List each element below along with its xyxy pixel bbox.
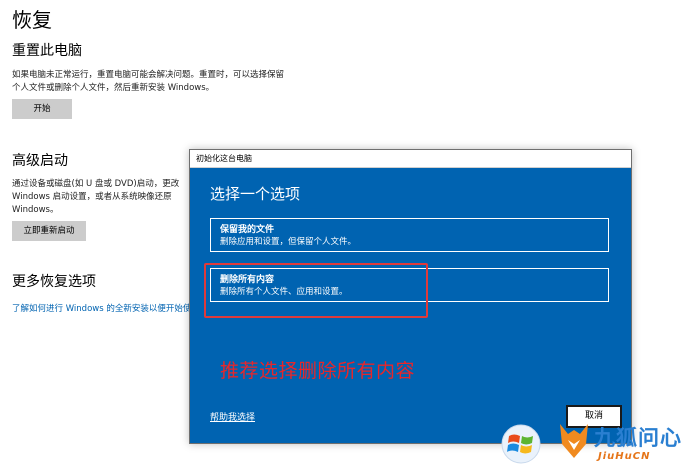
clean-install-link[interactable]: 了解如何进行 Windows 的全新安装以便开始使用。 — [12, 302, 208, 314]
recovery-settings-page: 恢复 重置此电脑 如果电脑未正常运行，重置电脑可能会解决问题。重置时，可以选择保… — [0, 0, 693, 470]
fox-logo-icon — [560, 424, 588, 458]
watermark-name-cn: 九狐问心 — [594, 426, 682, 450]
advanced-startup-description: 通过设备或磁盘(如 U 盘或 DVD)启动，更改 Windows 启动设置，或者… — [12, 179, 180, 215]
dialog-heading: 选择一个选项 — [210, 185, 301, 203]
watermark-name-en: JiuHuCN — [598, 451, 651, 462]
reset-pc-heading: 重置此电脑 — [12, 43, 82, 59]
dialog-title-bar: 初始化这台电脑 — [190, 150, 631, 168]
page-title: 恢复 — [12, 8, 52, 32]
reset-pc-description: 如果电脑未正常运行，重置电脑可能会解决问题。重置时，可以选择保留 个人文件或删除… — [12, 70, 285, 93]
help-me-choose-link[interactable]: 帮助我选择 — [210, 410, 255, 423]
annotation-text: 推荐选择删除所有内容 — [220, 360, 416, 382]
annotation-highlight-box — [204, 263, 428, 318]
site-watermark: 九狐问心 JiuHuCN — [495, 408, 693, 470]
restart-now-button[interactable]: 立即重新启动 — [12, 221, 86, 241]
option-description: 删除应用和设置，但保留个人文件。 — [220, 237, 357, 247]
advanced-startup-heading: 高级启动 — [12, 153, 68, 169]
windows-logo-icon — [501, 424, 541, 464]
reset-start-button[interactable]: 开始 — [12, 99, 72, 119]
more-recovery-heading: 更多恢复选项 — [12, 274, 96, 290]
reset-pc-dialog: 初始化这台电脑 选择一个选项 保留我的文件 删除应用和设置，但保留个人文件。 删… — [189, 149, 632, 444]
option-title: 保留我的文件 — [220, 225, 275, 235]
option-keep-my-files[interactable]: 保留我的文件 删除应用和设置，但保留个人文件。 — [210, 218, 609, 252]
